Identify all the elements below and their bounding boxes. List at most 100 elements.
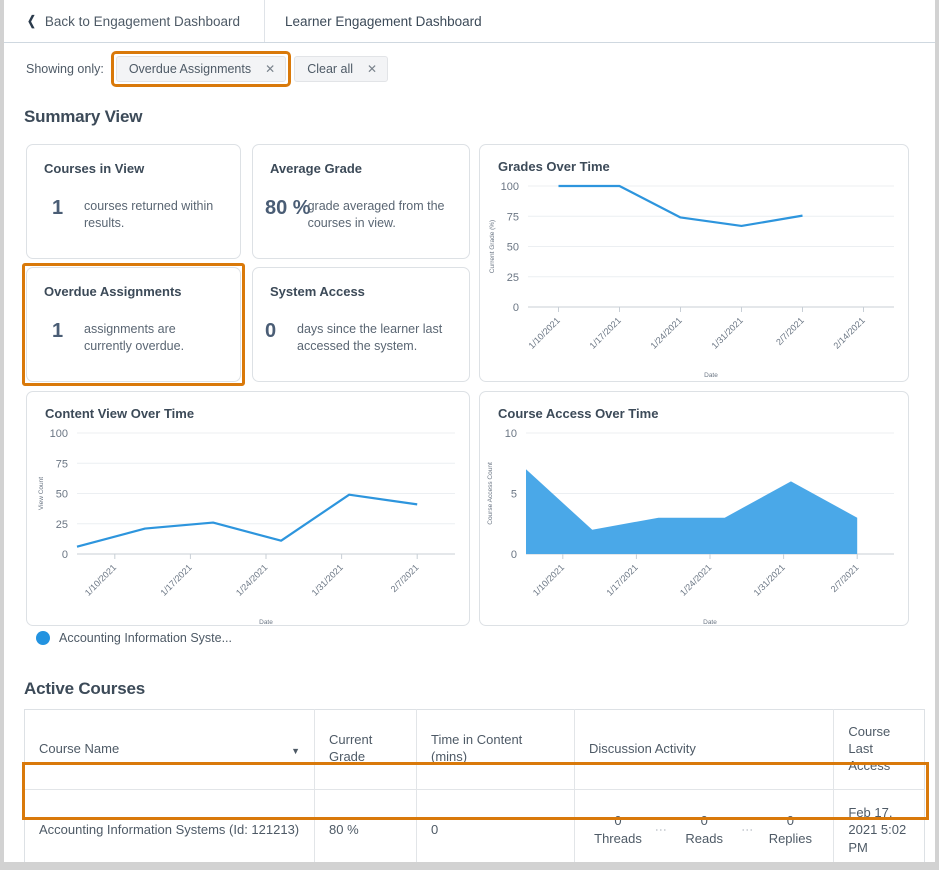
summary-card-system-access: System Access 0 days since the learner l… bbox=[252, 267, 470, 382]
back-to-engagement-dashboard-tab[interactable]: ❮ Back to Engagement Dashboard bbox=[4, 0, 266, 42]
cell-discussion-activity: 0 Threads ⋮ 0 Reads ⋮ 0 Replies bbox=[574, 789, 835, 862]
chart-card-content-view-over-time: Content View Over Time 0 25 50 75 100 View Co… bbox=[26, 391, 470, 626]
summary-grid: Courses in View 1 courses returned withi… bbox=[4, 141, 935, 641]
column-label: Time in Content (mins) bbox=[431, 732, 523, 765]
summary-card-overdue-assignments: Overdue Assignments 1 assignments are cu… bbox=[26, 267, 241, 382]
svg-text:0: 0 bbox=[62, 549, 68, 561]
svg-text:1/10/2021: 1/10/2021 bbox=[531, 562, 566, 597]
card-stat: 0 days since the learner last accessed t… bbox=[253, 299, 469, 354]
svg-text:1/17/2021: 1/17/2021 bbox=[604, 562, 639, 597]
svg-text:Current Grade (%): Current Grade (%) bbox=[489, 220, 496, 273]
summary-view-heading: Summary View bbox=[24, 107, 143, 126]
svg-text:0: 0 bbox=[513, 302, 519, 314]
svg-text:1/24/2021: 1/24/2021 bbox=[678, 562, 713, 597]
svg-text:Date: Date bbox=[703, 619, 717, 626]
column-header-current-grade[interactable]: Current Grade bbox=[314, 709, 417, 790]
card-description: grade averaged from the courses in view. bbox=[307, 199, 445, 230]
svg-text:1/10/2021: 1/10/2021 bbox=[527, 315, 562, 350]
card-title: Overdue Assignments bbox=[44, 284, 182, 299]
card-title: Average Grade bbox=[270, 161, 363, 176]
page-title: Learner Engagement Dashboard bbox=[285, 13, 482, 29]
column-header-time-in-content[interactable]: Time in Content (mins) bbox=[416, 709, 575, 790]
summary-card-courses-in-view: Courses in View 1 courses returned withi… bbox=[26, 144, 241, 259]
svg-text:1/31/2021: 1/31/2021 bbox=[710, 315, 745, 350]
svg-text:1/17/2021: 1/17/2021 bbox=[588, 315, 623, 350]
table-body: Accounting Information Systems (Id: 1212… bbox=[24, 789, 925, 862]
card-value: 80 % bbox=[265, 197, 311, 219]
chart-card-grades-over-time: Grades Over Time 0 25 50 75 100 Current Grade… bbox=[479, 144, 909, 382]
svg-text:2/7/2021: 2/7/2021 bbox=[389, 562, 421, 594]
svg-text:75: 75 bbox=[507, 211, 519, 223]
caret-down-icon[interactable]: ▼ bbox=[291, 746, 300, 758]
close-icon[interactable]: ✕ bbox=[367, 62, 377, 76]
discussion-activity-group: 0 Threads ⋮ 0 Reads ⋮ 0 Replies bbox=[589, 812, 819, 847]
discussion-reads-count: 0 bbox=[700, 813, 708, 829]
column-label: Course Name bbox=[39, 740, 120, 756]
cell-time-in-content: 0 bbox=[416, 789, 575, 862]
svg-text:100: 100 bbox=[50, 428, 68, 440]
svg-text:1/17/2021: 1/17/2021 bbox=[158, 562, 193, 597]
discussion-reads-label: Reads bbox=[685, 830, 723, 846]
overdue-assignments-filter-highlight: Overdue Assignments ✕ bbox=[110, 51, 292, 87]
column-label: Discussion Activity bbox=[589, 740, 696, 756]
page-header: ❮ Back to Engagement Dashboard Learner E… bbox=[4, 0, 935, 43]
chart-title: Content View Over Time bbox=[45, 406, 195, 421]
column-header-course-name[interactable]: Course Name ▼ bbox=[24, 709, 315, 790]
filter-chip-clear-all[interactable]: Clear all ✕ bbox=[294, 56, 389, 82]
card-title: System Access bbox=[270, 284, 365, 299]
chart-title: Course Access Over Time bbox=[498, 406, 659, 421]
filter-chip-label: Overdue Assignments bbox=[128, 62, 252, 76]
back-tab-label: Back to Engagement Dashboard bbox=[44, 13, 241, 29]
dotted-separator-icon: ⋮ bbox=[740, 823, 755, 836]
card-description: assignments are currently overdue. bbox=[84, 322, 185, 353]
svg-text:1/10/2021: 1/10/2021 bbox=[83, 562, 118, 597]
close-icon[interactable]: ✕ bbox=[265, 62, 275, 76]
card-stat: 1 assignments are currently overdue. bbox=[27, 299, 240, 354]
svg-text:1/31/2021: 1/31/2021 bbox=[752, 562, 787, 597]
chevron-left-icon: ❮ bbox=[27, 13, 36, 28]
table-row[interactable]: Accounting Information Systems (Id: 1212… bbox=[24, 789, 925, 862]
column-label: Current Grade bbox=[329, 732, 373, 765]
svg-text:2/7/2021: 2/7/2021 bbox=[829, 562, 861, 594]
active-courses-table: Course Name ▼ Current Grade Time in Cont… bbox=[24, 709, 925, 862]
learner-engagement-dashboard-tab[interactable]: Learner Engagement Dashboard bbox=[265, 0, 500, 42]
dotted-separator-icon: ⋮ bbox=[654, 823, 669, 836]
svg-text:1/24/2021: 1/24/2021 bbox=[234, 562, 269, 597]
svg-text:5: 5 bbox=[511, 489, 517, 501]
card-stat: 1 courses returned within results. bbox=[27, 176, 240, 231]
card-description: courses returned within results. bbox=[84, 199, 214, 230]
card-value: 1 bbox=[52, 320, 64, 342]
svg-text:100: 100 bbox=[501, 181, 519, 193]
card-value: 0 bbox=[265, 320, 277, 342]
svg-text:50: 50 bbox=[56, 489, 68, 501]
svg-text:Course Access Count: Course Access Count bbox=[487, 462, 494, 525]
svg-text:2/14/2021: 2/14/2021 bbox=[832, 315, 867, 350]
card-description: days since the learner last accessed the… bbox=[297, 322, 443, 353]
cell-course-name: Accounting Information Systems (Id: 1212… bbox=[24, 789, 315, 862]
dashboard-page: ❮ Back to Engagement Dashboard Learner E… bbox=[4, 0, 935, 862]
clear-all-wrap: Clear all ✕ bbox=[294, 56, 389, 82]
card-stat: 80 % grade averaged from the courses in … bbox=[253, 176, 469, 231]
filter-chip-overdue-assignments[interactable]: Overdue Assignments ✕ bbox=[115, 56, 287, 82]
column-header-course-last-access[interactable]: Course Last Access bbox=[833, 709, 925, 790]
discussion-replies: 0 Replies bbox=[761, 812, 819, 847]
discussion-replies-count: 0 bbox=[786, 813, 794, 829]
summary-card-average-grade: Average Grade 80 % grade averaged from t… bbox=[252, 144, 470, 259]
svg-text:1/31/2021: 1/31/2021 bbox=[310, 562, 345, 597]
svg-text:25: 25 bbox=[56, 519, 68, 531]
svg-text:75: 75 bbox=[56, 458, 68, 470]
svg-text:2/7/2021: 2/7/2021 bbox=[774, 315, 806, 347]
chart-card-course-access-over-time: Course Access Over Time 0 5 10 Course Acces… bbox=[479, 391, 909, 626]
table-header-row: Course Name ▼ Current Grade Time in Cont… bbox=[24, 709, 925, 790]
svg-text:View Count: View Count bbox=[38, 477, 45, 510]
column-header-discussion-activity[interactable]: Discussion Activity bbox=[574, 709, 835, 790]
card-title: Courses in View bbox=[44, 161, 145, 176]
card-value: 1 bbox=[52, 197, 64, 219]
svg-text:Date: Date bbox=[259, 619, 273, 626]
svg-text:0: 0 bbox=[511, 549, 517, 561]
filter-chip-label: Clear all bbox=[307, 62, 354, 76]
discussion-reads: 0 Reads bbox=[675, 812, 733, 847]
discussion-threads-count: 0 bbox=[614, 813, 622, 829]
active-courses-heading: Active Courses bbox=[24, 679, 145, 698]
svg-text:Date: Date bbox=[704, 372, 718, 379]
